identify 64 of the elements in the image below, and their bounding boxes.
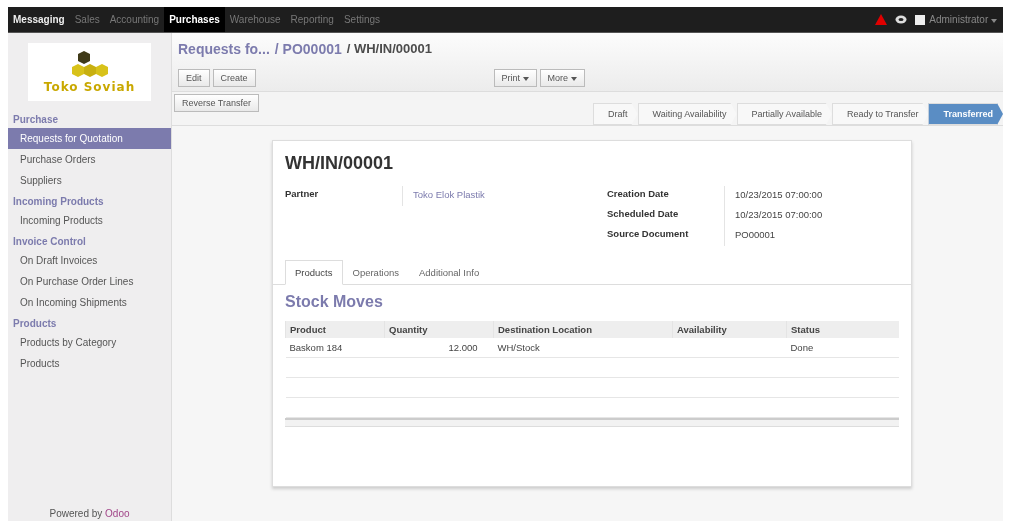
field-label: Scheduled Date [607, 206, 725, 226]
top-menu-item[interactable]: Sales [69, 7, 105, 32]
sidebar-item[interactable]: Products [8, 353, 171, 374]
user-menu[interactable]: Administrator [929, 14, 997, 25]
toolbar-button[interactable]: Create [212, 69, 256, 87]
toolbar-button[interactable]: Edit [178, 69, 210, 87]
sidebar-item[interactable]: Incoming Products [8, 210, 171, 231]
field-value: 10/23/2015 07:00:00 [734, 188, 823, 202]
caret-icon [522, 77, 529, 81]
caret-icon [570, 77, 577, 81]
top-menu-item[interactable]: Reporting [285, 7, 339, 32]
breadcrumb-current: / WH/IN/00001 [346, 41, 432, 58]
table-cell: Done [790, 342, 814, 353]
table-cell: WH/Stock [497, 342, 540, 353]
column-header[interactable]: Status [786, 321, 899, 338]
column-header[interactable]: Availability [672, 321, 787, 338]
table-cell: 12.000 [448, 342, 478, 353]
tab[interactable]: Products [285, 260, 343, 285]
logo-text: Toko Soviah [43, 80, 136, 94]
section-title: Stock Moves [285, 293, 384, 311]
sidebar-heading: Incoming Products [12, 195, 105, 209]
column-header[interactable]: Quantity [384, 321, 494, 338]
status-stage[interactable]: Partially Available [736, 103, 832, 125]
odoo-link[interactable]: Odoo [105, 508, 130, 519]
column-header[interactable]: Destination Location [493, 321, 673, 338]
field-label: Creation Date [607, 186, 725, 206]
top-menu-item[interactable]: Warehouse [224, 7, 286, 32]
field-link[interactable]: Toko Elok Plastik [403, 186, 485, 206]
sidebar-heading: Purchase [12, 113, 60, 127]
caret-icon [991, 19, 997, 23]
tab[interactable]: Operations [342, 260, 409, 285]
field-label: Partner [285, 186, 403, 206]
powered-by-text: Powered by Odoo [48, 508, 131, 521]
top-menu-item[interactable]: Settings [338, 7, 386, 32]
status-stage[interactable]: Ready to Transfer [831, 103, 929, 125]
field-value: 10/23/2015 07:00:00 [734, 208, 823, 222]
sidebar-item[interactable]: Suppliers [8, 170, 171, 191]
field-value: PO00001 [734, 228, 776, 242]
dropdown-button[interactable]: Print [493, 69, 537, 87]
top-menu-item[interactable]: Messaging [8, 7, 70, 32]
sidebar-item[interactable]: Requests for Quotation [8, 128, 171, 149]
field-label: Source Document [607, 226, 725, 246]
sidebar-heading: Products [12, 317, 58, 331]
avatar-icon [915, 14, 926, 25]
top-menu-item[interactable]: Purchases [164, 7, 225, 32]
status-stage[interactable]: Draft [593, 103, 638, 125]
column-header[interactable]: Product [285, 321, 385, 338]
warning-icon[interactable] [875, 14, 888, 25]
sidebar-item[interactable]: On Draft Invoices [8, 250, 171, 271]
sidebar-item[interactable]: Products by Category [8, 332, 171, 353]
breadcrumb-link[interactable]: Requests fo... [178, 41, 270, 69]
record-title: WH/IN/00001 [285, 153, 395, 174]
sidebar-heading: Invoice Control [12, 235, 87, 249]
top-menu-item[interactable]: Accounting [104, 7, 165, 32]
sidebar-item[interactable]: On Incoming Shipments [8, 292, 171, 313]
sidebar-item[interactable]: On Purchase Order Lines [8, 271, 171, 292]
breadcrumb-link[interactable]: / PO00001 [274, 41, 342, 69]
sidebar-item[interactable]: Purchase Orders [8, 149, 171, 170]
tab[interactable]: Additional Info [409, 260, 490, 285]
cubes-icon [71, 50, 108, 80]
table-cell: Baskom 184 [289, 342, 343, 353]
dropdown-button[interactable]: More [539, 69, 585, 87]
action-button[interactable]: Reverse Transfer [174, 94, 260, 112]
status-stage[interactable]: Waiting Availability [637, 103, 737, 125]
